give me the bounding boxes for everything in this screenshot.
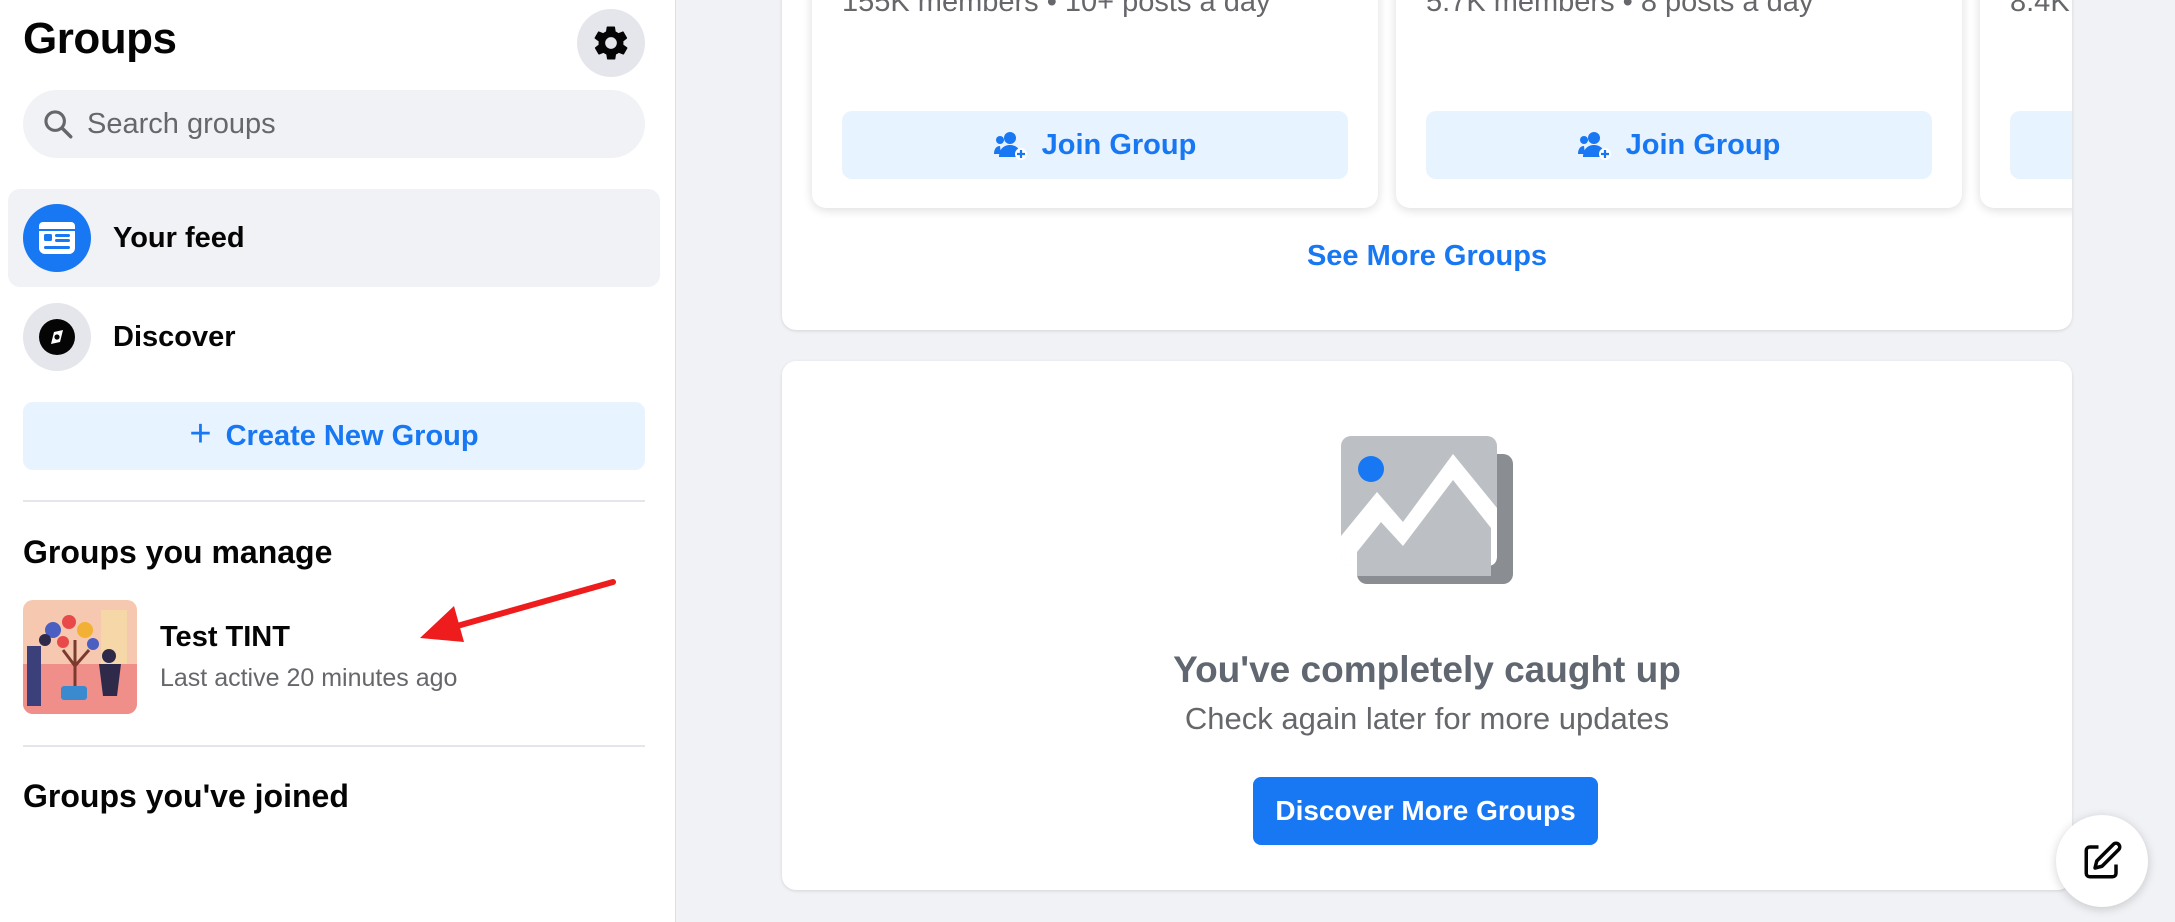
compose-button[interactable]	[2056, 815, 2148, 907]
suggested-group-card[interactable]: 8.4K	[1980, 0, 2072, 208]
managed-group-test-tint[interactable]: Test TINT Last active 20 minutes ago	[23, 600, 457, 714]
nav-label-discover: Discover	[113, 320, 236, 353]
join-group-label: Join Group	[1625, 128, 1781, 161]
nav-label-your-feed: Your feed	[113, 221, 245, 254]
search-groups-box	[23, 90, 645, 158]
groups-sidebar: Groups Your feed	[0, 0, 676, 922]
compass-icon	[23, 303, 91, 371]
suggested-group-card[interactable]: 5.7K members • 8 posts a day Join Group	[1396, 0, 1962, 208]
nav-item-discover[interactable]: Discover	[8, 288, 660, 386]
image-placeholder-icon	[1341, 436, 1513, 584]
plus-icon: +	[189, 413, 212, 455]
group-last-active: Last active 20 minutes ago	[160, 664, 458, 692]
join-group-label: Join Group	[1041, 128, 1197, 161]
nav-item-your-feed[interactable]: Your feed	[8, 189, 660, 287]
caught-up-title: You've completely caught up	[1173, 649, 1681, 690]
divider	[23, 500, 645, 502]
divider	[23, 745, 645, 747]
edit-icon	[2084, 841, 2122, 879]
caught-up-subtitle: Check again later for more updates	[1184, 701, 1670, 736]
group-thumbnail-image	[23, 600, 137, 714]
join-group-button[interactable]	[2010, 111, 2072, 179]
groups-joined-heading: Groups you've joined	[23, 778, 349, 814]
settings-button[interactable]	[577, 9, 645, 77]
sidebar-title: Groups	[23, 14, 177, 63]
feed-icon	[23, 204, 91, 272]
join-group-button[interactable]: Join Group	[842, 111, 1348, 179]
suggested-groups-section: 155K members • 10+ posts a day Join Grou…	[782, 0, 2072, 330]
search-icon	[44, 110, 73, 139]
see-more-groups-link[interactable]: See More Groups	[782, 240, 2072, 273]
create-new-group-button[interactable]: + Create New Group	[23, 402, 645, 470]
group-stats: 155K members • 10+ posts a day	[842, 0, 1271, 18]
create-new-group-label: Create New Group	[225, 419, 479, 452]
discover-more-groups-button[interactable]: Discover More Groups	[1253, 777, 1598, 845]
red-arrow-annotation	[420, 579, 616, 642]
gear-icon	[594, 26, 628, 60]
caught-up-card: You've completely caught up Check again …	[782, 361, 2072, 890]
group-stats: 5.7K members • 8 posts a day	[1426, 0, 1814, 18]
group-stats: 8.4K	[2010, 0, 2070, 18]
search-input[interactable]	[87, 107, 607, 141]
people-plus-icon	[1577, 132, 1611, 160]
join-group-button[interactable]: Join Group	[1426, 111, 1932, 179]
suggested-group-card[interactable]: 155K members • 10+ posts a day Join Grou…	[812, 0, 1378, 208]
groups-you-manage-heading: Groups you manage	[23, 534, 333, 570]
people-plus-icon	[993, 132, 1027, 160]
